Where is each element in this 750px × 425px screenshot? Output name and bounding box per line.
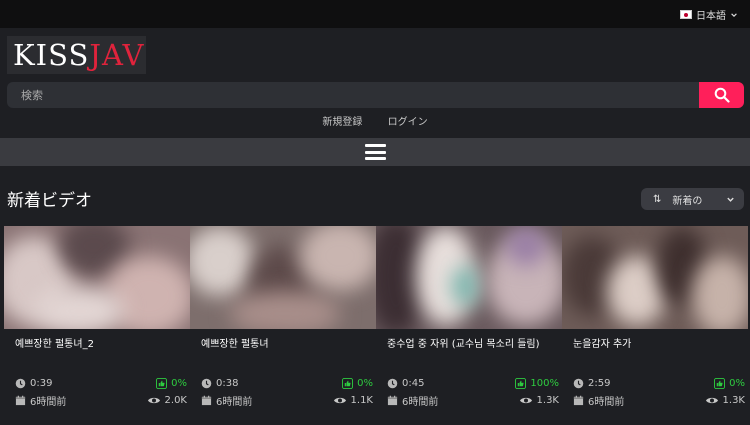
- like-percentage: 0%: [729, 377, 745, 389]
- chevron-down-icon: [731, 12, 737, 17]
- video-meta-row: 6時間前 1.1K: [201, 393, 373, 408]
- video-age: 6時間前: [402, 396, 439, 408]
- thumbs-up-icon: [342, 377, 354, 389]
- video-age: 6時間前: [216, 396, 253, 408]
- clock-icon: [201, 378, 212, 388]
- video-thumbnail[interactable]: [190, 226, 376, 329]
- view-count: 1.3K: [536, 394, 559, 406]
- video-duration: 2:59: [588, 377, 611, 389]
- thumbs-up-icon: [515, 377, 527, 389]
- logo-text-jav: JAV: [89, 37, 145, 72]
- section-title: 新着ビデオ: [7, 191, 92, 211]
- thumbs-up-icon: [714, 377, 726, 389]
- view-count: 1.1K: [350, 394, 373, 406]
- video-meta-row: 0:39 0%: [15, 376, 187, 390]
- video-duration: 0:45: [402, 377, 425, 389]
- like-percentage: 100%: [530, 377, 559, 389]
- video-card[interactable]: 중수업 중 자위 (교수님 목소리 들림) 0:45 100% 6時間前 1.3…: [376, 226, 562, 425]
- video-meta-row: 2:59 0%: [573, 376, 745, 390]
- video-duration: 0:39: [30, 377, 53, 389]
- sort-icon: ⇅: [653, 193, 662, 205]
- hamburger-menu-icon[interactable]: [364, 144, 386, 160]
- video-thumbnail[interactable]: [4, 226, 190, 329]
- video-meta-row: 0:45 100%: [387, 376, 559, 390]
- video-meta-row: 6時間前 1.3K: [573, 393, 745, 408]
- video-meta-row: 6時間前 1.3K: [387, 393, 559, 408]
- view-count: 2.0K: [164, 394, 187, 406]
- japan-flag-icon: [680, 10, 692, 19]
- top-bar: 日本語: [0, 0, 750, 28]
- calendar-icon: [15, 395, 26, 405]
- clock-icon: [573, 378, 584, 388]
- auth-links: 新規登録 ログイン: [0, 113, 750, 128]
- language-label: 日本語: [696, 11, 726, 22]
- video-age: 6時間前: [588, 396, 625, 408]
- logo-text-kiss: KISS: [13, 37, 90, 72]
- calendar-icon: [387, 395, 398, 405]
- search-button[interactable]: [699, 82, 744, 108]
- eye-icon: [705, 397, 718, 403]
- eye-icon: [333, 397, 346, 403]
- video-title[interactable]: 중수업 중 자위 (교수님 목소리 들림): [387, 337, 557, 352]
- video-title[interactable]: 예쁘장한 펄통녀: [201, 337, 371, 352]
- calendar-icon: [201, 395, 212, 405]
- video-age: 6時間前: [30, 396, 67, 408]
- clock-icon: [387, 378, 398, 388]
- like-percentage: 0%: [171, 377, 187, 389]
- thumbs-up-icon: [156, 377, 168, 389]
- video-meta-row: 6時間前 2.0K: [15, 393, 187, 408]
- video-title[interactable]: 예쁘장한 펄통녀_2: [15, 337, 185, 352]
- search-input[interactable]: [7, 82, 697, 108]
- like-percentage: 0%: [357, 377, 373, 389]
- sort-dropdown[interactable]: ⇅ 新着の: [641, 188, 744, 210]
- video-duration: 0:38: [216, 377, 239, 389]
- chevron-down-icon: [727, 197, 734, 202]
- video-meta-row: 0:38 0%: [201, 376, 373, 390]
- video-card[interactable]: 예쁘장한 펄통녀_2 0:39 0% 6時間前 2.0K: [4, 226, 190, 425]
- sort-label: 新着の: [672, 195, 703, 207]
- search-bar: [7, 82, 744, 108]
- eye-icon: [147, 397, 160, 403]
- site-logo[interactable]: KISS JAV: [7, 36, 146, 74]
- calendar-icon: [573, 395, 584, 405]
- clock-icon: [15, 378, 26, 388]
- search-icon: [714, 87, 730, 103]
- video-thumbnail[interactable]: [562, 226, 748, 329]
- view-count: 1.3K: [722, 394, 745, 406]
- video-card[interactable]: 눈을감자 추가 2:59 0% 6時間前 1.3K: [562, 226, 748, 425]
- menu-bar: [0, 138, 750, 166]
- login-link[interactable]: ログイン: [388, 117, 428, 128]
- video-card[interactable]: 예쁘장한 펄통녀 0:38 0% 6時間前 1.1K: [190, 226, 376, 425]
- register-link[interactable]: 新規登録: [322, 117, 362, 128]
- video-thumbnail[interactable]: [376, 226, 562, 329]
- language-selector[interactable]: 日本語: [680, 7, 738, 22]
- eye-icon: [519, 397, 532, 403]
- video-title[interactable]: 눈을감자 추가: [573, 337, 743, 352]
